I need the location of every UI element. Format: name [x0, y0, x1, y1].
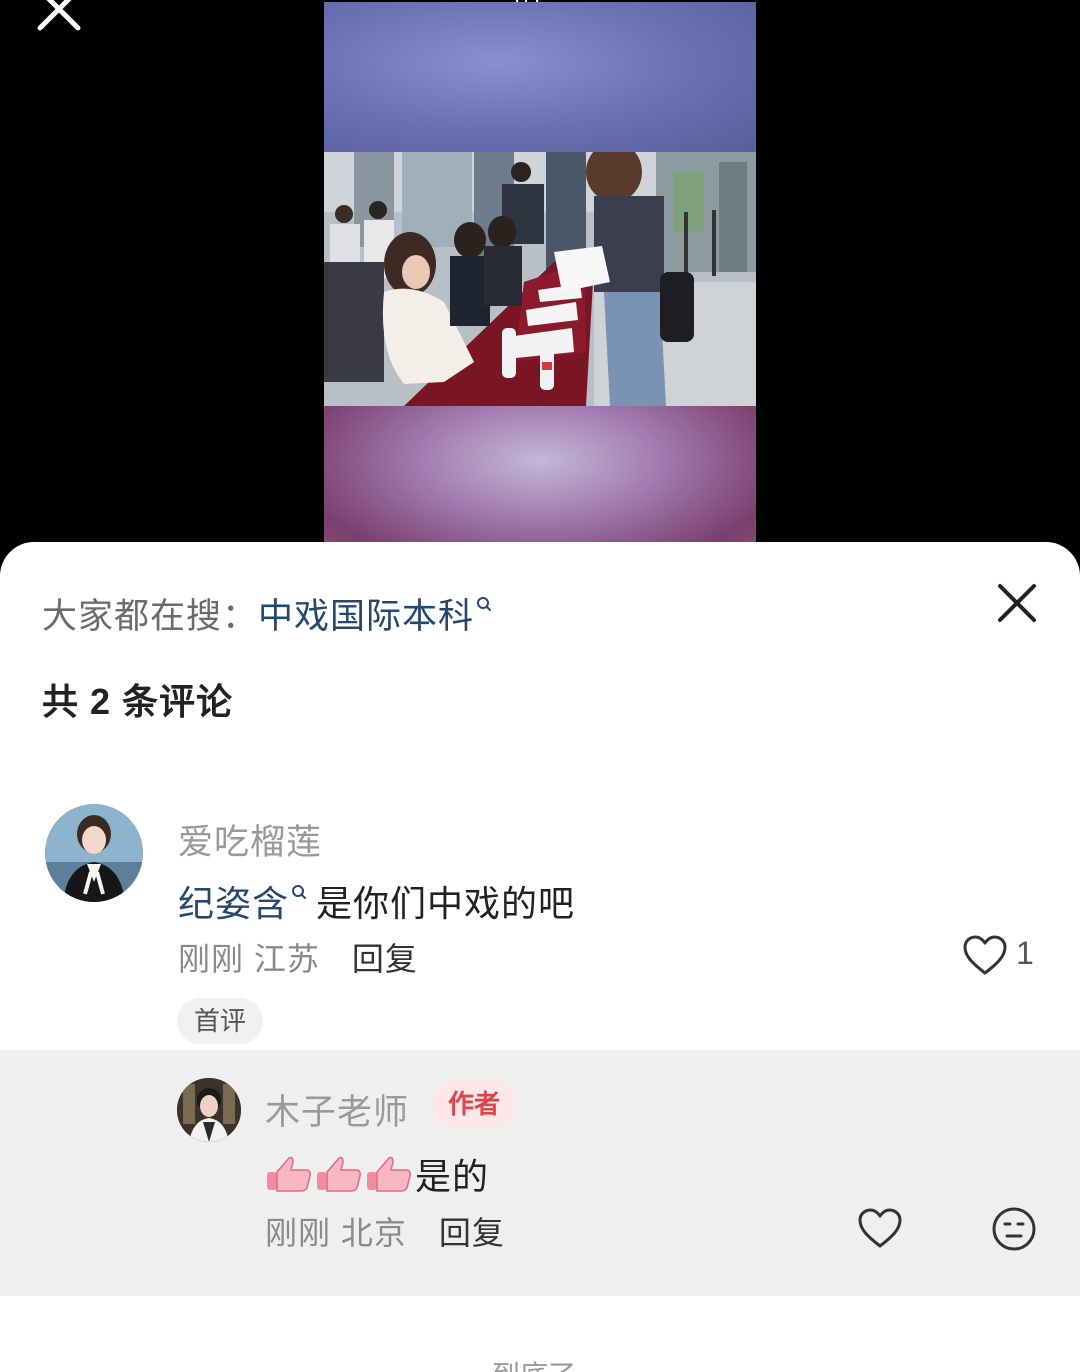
image-viewer: 1/1 [0, 0, 1080, 560]
search-hint-icon [292, 885, 307, 899]
avatar[interactable] [177, 1078, 241, 1142]
trending-search[interactable]: 大家都在搜：中戏国际本科 [42, 588, 492, 639]
comment-text: 纪姿含 是你们中戏的吧 [178, 875, 575, 927]
trending-search-keyword[interactable]: 中戏国际本科 [258, 597, 474, 636]
comment-meta: 刚刚 江苏 回复 [178, 934, 418, 980]
first-comment-badge: 首评 [177, 998, 263, 1044]
trending-search-prefix: 大家都在搜： [42, 597, 259, 636]
search-hint-icon [477, 597, 492, 611]
comment-topic-tag[interactable]: 纪姿含 [178, 883, 289, 924]
registration-desk-photo [324, 152, 756, 406]
close-icon[interactable] [996, 582, 1038, 624]
comment-location: 江苏 [253, 941, 320, 977]
reply-thread [0, 1050, 1080, 1296]
thumbs-up-emoji [267, 1156, 311, 1192]
post-photo[interactable] [324, 2, 756, 560]
face-emoji-icon[interactable] [991, 1206, 1037, 1252]
comment-body: 是你们中戏的吧 [305, 883, 576, 924]
photo-blur-top [324, 2, 756, 152]
comment-count: 共 2 条评论 [42, 681, 234, 722]
thumbs-up-emoji [317, 1156, 361, 1192]
heart-outline-icon[interactable] [857, 1207, 903, 1249]
comment-sheet: 大家都在搜：中戏国际本科 共 2 条评论 爱吃榴莲 纪姿含 是你们中戏的吧 刚刚 [0, 542, 1080, 1372]
reply-button[interactable]: 回复 [439, 1215, 505, 1251]
author-badge: 作者 [432, 1080, 516, 1128]
photo-blur-bottom [324, 406, 756, 560]
reply-meta: 刚刚 北京 回复 [265, 1208, 505, 1254]
close-icon[interactable] [34, 0, 84, 34]
reply-text: 是的 [265, 1148, 489, 1200]
end-of-list: 到底了 [492, 1354, 576, 1372]
reply-username[interactable]: 木子老师 [265, 1084, 409, 1135]
comment-username[interactable]: 爱吃榴莲 [178, 814, 322, 865]
reply-button[interactable]: 回复 [352, 941, 418, 977]
reply-time: 刚刚 [265, 1215, 332, 1251]
avatar[interactable] [45, 804, 143, 902]
heart-outline-icon[interactable] [962, 934, 1008, 976]
comment-time: 刚刚 [178, 941, 245, 977]
reply-location: 北京 [340, 1215, 407, 1251]
thumbs-up-emoji [367, 1156, 411, 1192]
reply-body: 是的 [415, 1156, 490, 1197]
like-count: 1 [1016, 935, 1034, 971]
